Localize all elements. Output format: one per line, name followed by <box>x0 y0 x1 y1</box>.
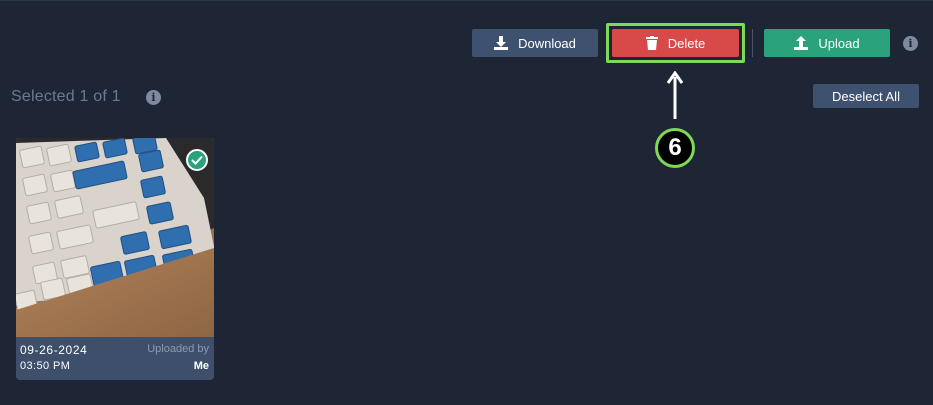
trash-icon <box>645 36 658 50</box>
deselect-all-button[interactable]: Deselect All <box>813 84 919 108</box>
photo-thumbnail <box>16 138 214 337</box>
photo-date: 09-26-2024 <box>20 343 88 357</box>
download-button[interactable]: Download <box>472 29 598 57</box>
photo-gallery-page: Download Delete Upload i Selected 1 of 1… <box>0 0 933 405</box>
arrow-up-icon <box>666 71 684 119</box>
download-icon <box>494 36 509 50</box>
photo-metadata: 09-26-2024 03:50 PM Uploaded by Me <box>16 337 214 380</box>
delete-label: Delete <box>667 35 706 51</box>
toolbar-divider <box>752 29 753 57</box>
selection-info-icon[interactable]: i <box>146 90 161 105</box>
info-icon[interactable]: i <box>903 36 918 51</box>
upload-icon <box>794 36 809 50</box>
download-label: Download <box>518 35 576 51</box>
upload-label: Upload <box>818 35 860 51</box>
selected-check-icon[interactable] <box>186 149 208 171</box>
uploaded-by-label: Uploaded by <box>147 343 209 355</box>
upload-button[interactable]: Upload <box>764 29 890 57</box>
step-number-badge: 6 <box>655 128 695 168</box>
selection-status: Selected 1 of 1 <box>11 88 121 105</box>
delete-button[interactable]: Delete <box>612 29 739 57</box>
photo-card[interactable]: 09-26-2024 03:50 PM Uploaded by Me <box>16 138 214 380</box>
photo-time: 03:50 PM <box>20 360 71 372</box>
photo-owner: Me <box>193 360 209 372</box>
